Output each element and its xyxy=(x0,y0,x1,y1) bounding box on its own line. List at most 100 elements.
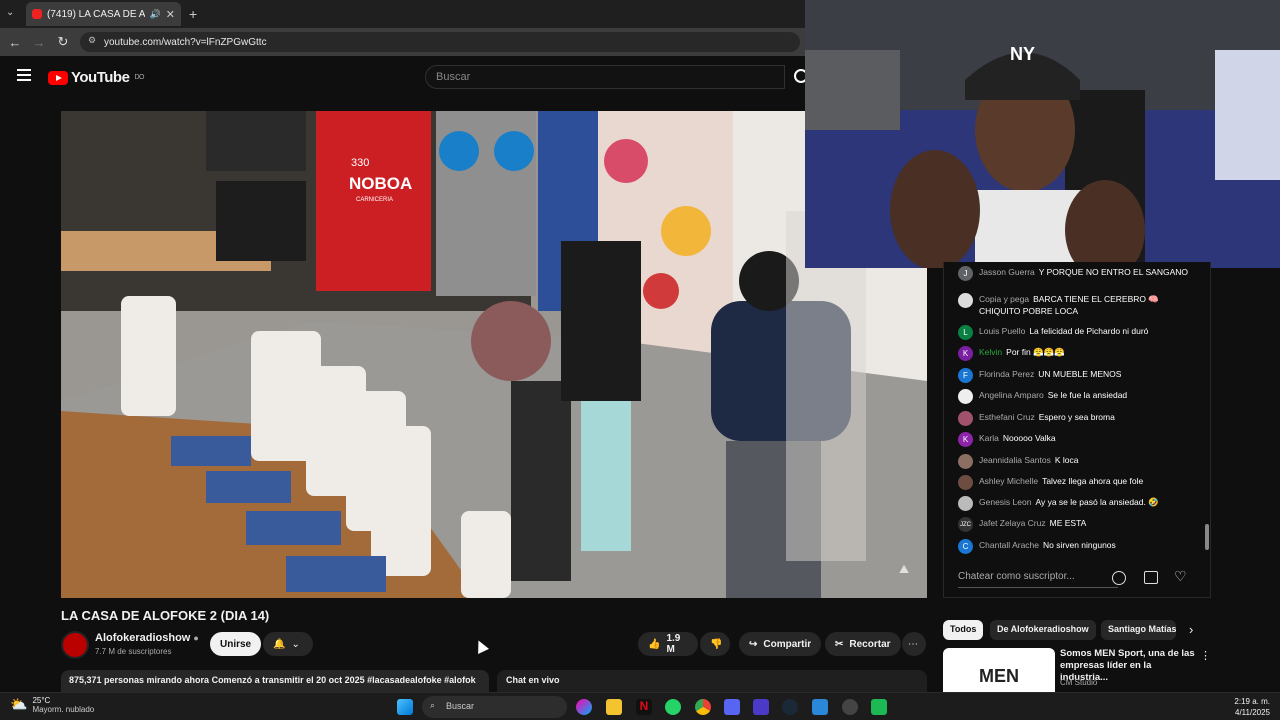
chat-author[interactable]: Karla xyxy=(979,433,999,443)
chat-message[interactable]: Jeannidalia Santos K loca xyxy=(958,454,1198,469)
chat-input[interactable]: Chatear como suscriptor... xyxy=(958,566,1118,588)
live-chat-header[interactable]: Chat en vivo xyxy=(497,670,927,692)
reload-icon[interactable]: ↻ xyxy=(51,30,75,54)
chat-author[interactable]: Ashley Michelle xyxy=(979,476,1038,486)
recommendation-thumbnail[interactable]: MEN xyxy=(943,648,1055,692)
chat-message[interactable]: Angelina Amparo Se le fue la ansiedad xyxy=(958,389,1198,404)
super-chat-icon[interactable] xyxy=(1144,571,1158,584)
chip-related[interactable]: Santiago Matías xyxy=(1101,620,1176,640)
chat-avatar[interactable]: F xyxy=(958,368,973,383)
video-player[interactable]: 330 NOBOA CARNICERIA ⛰ xyxy=(61,111,927,598)
dislike-button[interactable]: 👎 xyxy=(700,632,730,656)
obs-icon[interactable] xyxy=(842,699,858,715)
webcam-frame: NY xyxy=(805,0,1280,268)
chat-message[interactable]: K Karla Nooooo Valka xyxy=(958,432,1198,447)
more-actions-button[interactable]: ⋯ xyxy=(902,632,926,656)
search-input[interactable]: Buscar xyxy=(425,65,785,89)
chat-avatar[interactable] xyxy=(958,454,973,469)
chat-message-body: Jasson Guerra Y PORQUE NO ENTRO EL SANGAN… xyxy=(979,266,1188,281)
clip-button[interactable]: ✂ Recortar xyxy=(825,632,901,656)
copilot-icon[interactable] xyxy=(576,699,592,715)
chat-avatar[interactable] xyxy=(958,411,973,426)
chat-author[interactable]: Chantall Arache xyxy=(979,540,1039,550)
chat-avatar[interactable] xyxy=(958,496,973,511)
chat-scrollbar[interactable] xyxy=(1205,524,1209,550)
chat-author[interactable]: Jafet Zelaya Cruz xyxy=(979,518,1046,528)
description-text: 875,371 personas mirando ahora Comenzó a… xyxy=(69,675,476,685)
chat-author[interactable]: Esthefani Cruz xyxy=(979,412,1035,422)
chat-message[interactable]: JZC Jafet Zelaya Cruz ME ESTA xyxy=(958,517,1198,532)
chat-author[interactable]: Copia y pega xyxy=(979,294,1029,304)
chat-author[interactable]: Jeannidalia Santos xyxy=(979,455,1051,465)
chat-message-body: Esthefani Cruz Espero y sea broma xyxy=(979,411,1115,426)
thumbs-up-icon: 👍 xyxy=(648,638,661,650)
emoji-icon[interactable] xyxy=(1112,571,1126,585)
notifications-button[interactable]: 🔔 ⌄ xyxy=(263,632,313,656)
taskbar-search[interactable]: ⌕ Buscar xyxy=(422,696,567,718)
browser-tab[interactable]: (7419) LA CASA DE ALOFOKE 🔊 ✕ xyxy=(26,2,181,26)
editor-icon[interactable] xyxy=(812,699,828,715)
weather-desc: Mayorm. nublado xyxy=(32,705,95,714)
chat-message[interactable]: Genesis Leon Ay ya se le pasó la ansiedad… xyxy=(958,496,1198,511)
chat-text: Se le fue la ansiedad xyxy=(1047,390,1128,400)
heart-icon[interactable]: ♡ xyxy=(1174,568,1187,585)
chrome-icon[interactable] xyxy=(695,699,711,715)
chat-message[interactable]: J Jasson Guerra Y PORQUE NO ENTRO EL SANGA… xyxy=(958,266,1198,281)
chat-message[interactable]: L Louis Puello La felicidad de Pichardo ni… xyxy=(958,325,1198,340)
like-button[interactable]: 👍 1.9 M xyxy=(638,632,698,656)
app-green-icon[interactable] xyxy=(871,699,887,715)
app-icon[interactable] xyxy=(753,699,769,715)
chat-message[interactable]: Ashley Michelle Talvez llega ahora que fo… xyxy=(958,475,1198,490)
file-explorer-icon[interactable] xyxy=(606,699,622,715)
menu-icon[interactable] xyxy=(17,69,31,81)
whatsapp-icon[interactable] xyxy=(665,699,681,715)
tab-list-button[interactable]: ⌄ xyxy=(6,7,14,18)
weather-widget[interactable]: ⛅ 25°C Mayorm. nublado xyxy=(10,696,94,714)
channel-avatar[interactable] xyxy=(61,631,89,659)
back-icon[interactable]: ← xyxy=(3,30,27,54)
chat-message[interactable]: F Florinda Perez UN MUEBLE MENOS xyxy=(958,368,1198,383)
chat-author[interactable]: Kelvin xyxy=(979,347,1002,357)
clock[interactable]: 2:19 a. m. 4/11/2025 xyxy=(1215,696,1270,718)
chevron-right-icon[interactable]: › xyxy=(1189,622,1193,637)
channel-name[interactable]: Alofokeradioshow ● xyxy=(95,632,199,644)
youtube-logo[interactable]: YouTube DO xyxy=(48,69,144,86)
join-button[interactable]: Unirse xyxy=(210,632,262,656)
chat-message[interactable]: Copia y pega BARCA TIENE EL CEREBRO 🧠 CHI… xyxy=(958,293,1198,317)
recommendation-menu-icon[interactable]: ⋮ xyxy=(1200,649,1211,662)
description-box[interactable]: 875,371 personas mirando ahora Comenzó a… xyxy=(61,670,489,692)
share-button[interactable]: ↪ Compartir xyxy=(739,632,822,656)
chat-avatar[interactable] xyxy=(958,475,973,490)
windows-start-icon[interactable] xyxy=(397,699,413,715)
close-tab-icon[interactable]: ✕ xyxy=(166,8,175,21)
chat-avatar[interactable]: K xyxy=(958,346,973,361)
chat-avatar[interactable]: JZC xyxy=(958,517,973,532)
chat-author[interactable]: Jasson Guerra xyxy=(979,267,1035,277)
chat-avatar[interactable]: C xyxy=(958,539,973,554)
new-tab-button[interactable]: + xyxy=(189,6,197,22)
steam-icon[interactable] xyxy=(782,699,798,715)
share-icon: ↪ xyxy=(749,638,758,650)
chat-author[interactable]: Florinda Perez xyxy=(979,369,1034,379)
chat-message[interactable]: K Kelvin Por fin 😤😤😤 xyxy=(958,346,1198,361)
site-info-icon[interactable]: ⚙ xyxy=(88,35,96,46)
chip-channel[interactable]: De Alofokeradioshow xyxy=(990,620,1096,640)
chat-message[interactable]: Esthefani Cruz Espero y sea broma xyxy=(958,411,1198,426)
chat-text: Ay ya se le pasó la ansiedad. 🤣 xyxy=(1035,497,1159,507)
chat-author[interactable]: Angelina Amparo xyxy=(979,390,1044,400)
chat-avatar[interactable]: J xyxy=(958,266,973,281)
forward-icon[interactable]: → xyxy=(27,30,51,54)
chat-avatar[interactable] xyxy=(958,389,973,404)
chip-all[interactable]: Todos xyxy=(943,620,984,640)
netflix-icon[interactable]: N xyxy=(636,699,652,715)
discord-icon[interactable] xyxy=(724,699,740,715)
chat-text: Por fin 😤😤😤 xyxy=(1006,347,1065,357)
chat-author[interactable]: Genesis Leon xyxy=(979,497,1031,507)
address-bar[interactable]: ⚙ youtube.com/watch?v=lFnZPGwGttc xyxy=(80,32,800,52)
chat-avatar[interactable]: L xyxy=(958,325,973,340)
chat-avatar[interactable]: K xyxy=(958,432,973,447)
chat-author[interactable]: Louis Puello xyxy=(979,326,1025,336)
webcam-overlay: NY xyxy=(805,0,1280,268)
chat-message[interactable]: C Chantall Arache No sirven ningunos xyxy=(958,539,1198,554)
chat-avatar[interactable] xyxy=(958,293,973,308)
